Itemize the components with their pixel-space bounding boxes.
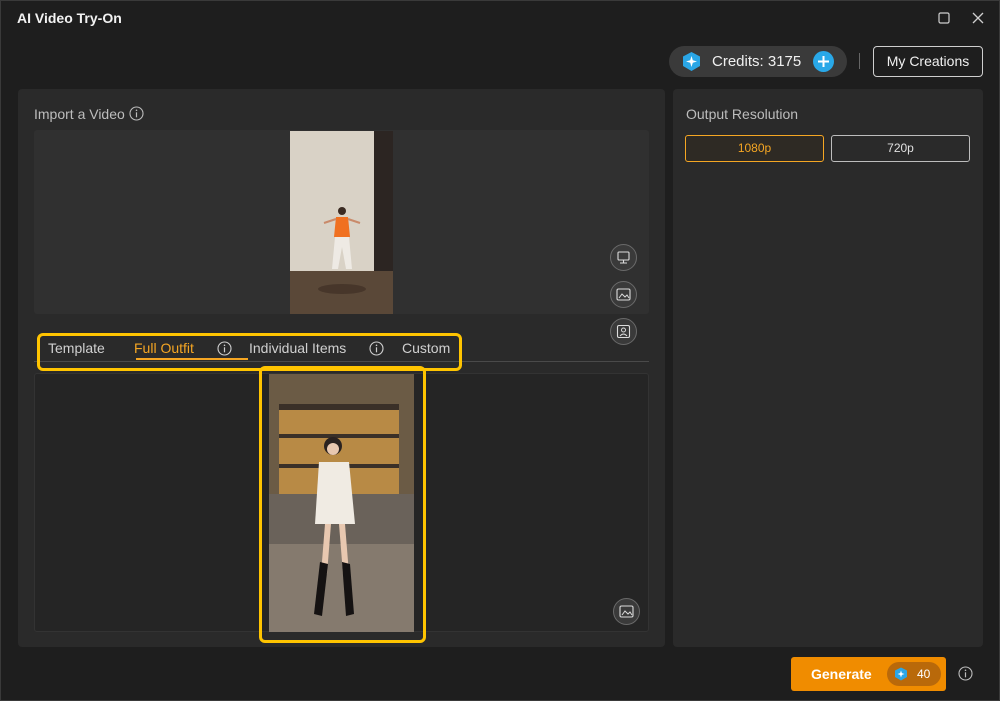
video-thumbnail [290,131,393,314]
header-divider [859,53,860,69]
app-window: AI Video Try-On Credits: 3175 My Creatio… [0,0,1000,701]
video-preview-area[interactable] [34,130,649,345]
resolution-720p-button[interactable]: 720p [831,135,970,162]
info-icon[interactable] [958,666,973,681]
resolution-1080p-button[interactable]: 1080p [685,135,824,162]
title-bar: AI Video Try-On [1,1,999,35]
plus-icon[interactable] [813,51,834,72]
credits-label: Credits: 3175 [712,53,802,70]
my-creations-button[interactable]: My Creations [873,46,983,77]
maximize-icon[interactable] [935,9,953,27]
import-video-label: Import a Video [34,106,125,122]
output-resolution-label: Output Resolution [686,106,799,122]
gem-icon [894,667,908,681]
outfit-highlight-box [259,366,426,643]
generate-cost: 40 [917,667,931,681]
generate-label: Generate [811,666,872,682]
close-icon[interactable] [969,9,987,27]
generate-cost-badge: 40 [887,662,941,686]
swap-person-icon[interactable] [610,244,637,271]
credits-pill: Credits: 3175 [669,46,847,77]
gem-icon [681,51,702,72]
replace-image-icon[interactable] [610,281,637,308]
output-settings-panel: Output Resolution 1080p 720p [673,89,983,647]
generate-button[interactable]: Generate 40 [791,657,946,691]
replace-image-icon[interactable] [613,598,640,625]
app-title: AI Video Try-On [17,10,122,26]
info-icon[interactable] [129,106,144,121]
